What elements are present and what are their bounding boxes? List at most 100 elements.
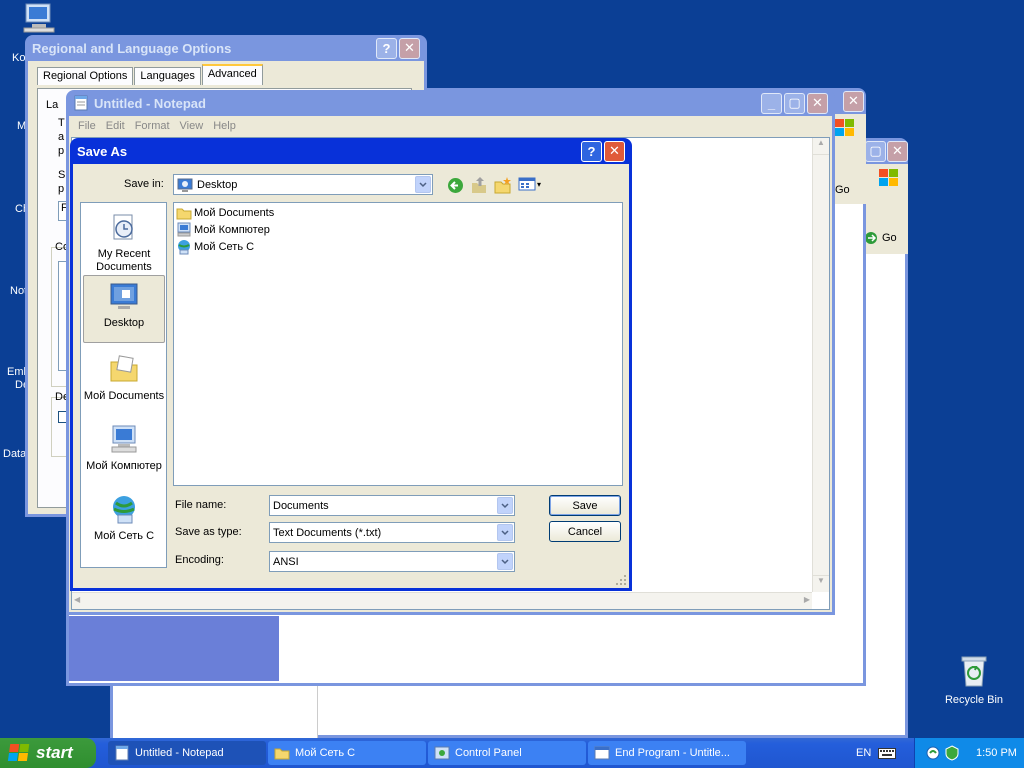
help-button[interactable]: ? xyxy=(376,37,397,59)
place-my-network[interactable]: Мой Сеть С xyxy=(83,489,165,553)
chevron-down-icon[interactable] xyxy=(497,497,513,514)
place-my-documents[interactable]: Мой Documents xyxy=(83,349,165,413)
chevron-down-icon[interactable] xyxy=(497,553,513,570)
menu-view[interactable]: View xyxy=(175,120,209,132)
place-my-recent-documents[interactable]: My Recent Documents xyxy=(83,207,165,273)
go-button-1[interactable]: Go xyxy=(835,184,850,196)
file-name-label: File name: xyxy=(175,499,227,511)
menu-file[interactable]: File xyxy=(73,120,101,132)
window-icon xyxy=(594,746,610,760)
clock[interactable]: 1:50 PM xyxy=(976,747,1017,759)
computer-icon xyxy=(177,222,191,237)
save-as-type-select[interactable]: Text Documents (*.txt) xyxy=(269,522,515,543)
up-folder-icon[interactable] xyxy=(471,176,487,194)
desktop-icon-label: Ko xyxy=(12,52,26,64)
menu-format[interactable]: Format xyxy=(130,120,175,132)
chevron-down-icon[interactable] xyxy=(415,176,431,193)
close-button[interactable]: ✕ xyxy=(807,92,828,114)
taskbar-item-control-panel[interactable]: Control Panel xyxy=(428,741,586,765)
windows-logo-icon xyxy=(7,744,30,761)
new-folder-icon[interactable] xyxy=(494,176,512,194)
network-icon xyxy=(178,240,190,255)
system-tray: 1:50 PM xyxy=(914,738,1024,768)
file-name-field[interactable]: Documents xyxy=(269,495,515,516)
folder-icon xyxy=(110,355,138,382)
windows-logo-icon xyxy=(834,118,856,141)
list-item[interactable]: Мой Компютер xyxy=(176,222,270,238)
encoding-label: Encoding: xyxy=(175,554,224,566)
save-button[interactable]: Save xyxy=(549,495,621,516)
language-indicator[interactable]: EN xyxy=(856,747,871,759)
tab-advanced[interactable]: Advanced xyxy=(201,64,263,85)
windows-logo-icon xyxy=(878,168,902,188)
list-item[interactable]: Мой Documents xyxy=(176,205,274,221)
save-as-titlebar[interactable]: Save As ? ✕ xyxy=(73,138,629,164)
computer-icon xyxy=(23,3,55,33)
save-as-type-label: Save as type: xyxy=(175,526,242,538)
tray-network-icon[interactable] xyxy=(925,745,941,761)
recycle-bin-label: Recycle Bin xyxy=(944,694,1004,706)
go-arrow-icon xyxy=(865,232,877,244)
minimize-button[interactable]: _ xyxy=(761,92,782,114)
folder-icon xyxy=(274,748,290,760)
recent-documents-icon xyxy=(113,214,133,240)
notepad-titlebar[interactable]: Untitled - Notepad _ ▢ ✕ xyxy=(69,90,832,116)
views-icon xyxy=(518,177,536,191)
taskbar: start Untitled - Notepad Мой Сеть С Cont… xyxy=(0,738,1024,768)
place-desktop[interactable]: Desktop xyxy=(83,275,165,343)
menu-edit[interactable]: Edit xyxy=(101,120,130,132)
dialog-title: Save As xyxy=(77,143,128,159)
go-button-2[interactable]: Go xyxy=(864,231,897,245)
tab-languages[interactable]: Languages xyxy=(134,67,201,85)
taskbar-item-end-program[interactable]: End Program - Untitle... xyxy=(588,741,746,765)
desktop-icon-label: Data xyxy=(3,448,27,460)
close-button[interactable]: ✕ xyxy=(604,140,625,162)
start-button[interactable]: start xyxy=(0,738,96,768)
chevron-down-icon[interactable] xyxy=(497,524,513,541)
network-icon xyxy=(113,496,135,524)
place-my-computer[interactable]: Мой Компютер xyxy=(83,419,165,483)
tab-regional-options[interactable]: Regional Options xyxy=(37,67,134,85)
desktop-icon xyxy=(177,178,193,192)
vertical-scrollbar[interactable]: ▲ ▼ xyxy=(812,138,829,592)
regional-titlebar[interactable]: Regional and Language Options ? ✕ xyxy=(28,35,424,61)
list-item[interactable]: Мой Сеть С xyxy=(176,239,254,255)
desktop-icon xyxy=(110,283,138,309)
taskbar-item-network[interactable]: Мой Сеть С xyxy=(268,741,426,765)
chevron-down-icon: ▾ xyxy=(537,179,542,189)
keyboard-icon[interactable] xyxy=(878,748,896,759)
maximize-button[interactable]: ▢ xyxy=(784,92,805,114)
places-bar: My Recent Documents Desktop Мой Document… xyxy=(80,202,167,568)
save-in-label: Save in: xyxy=(124,178,164,190)
back-arrow-icon[interactable] xyxy=(447,177,464,194)
resize-grip-icon[interactable] xyxy=(615,574,627,586)
my-computer-desktop-icon[interactable] xyxy=(22,2,56,37)
desktop: Ko M Ch Not Emb De Data Recycle Bin ▢ ✕ … xyxy=(0,0,1024,759)
tray-security-icon[interactable] xyxy=(944,745,960,761)
encoding-select[interactable]: ANSI xyxy=(269,551,515,572)
horizontal-scrollbar[interactable]: ◀ ▶ xyxy=(72,592,812,609)
menu-help[interactable]: Help xyxy=(208,120,241,132)
save-in-value: Desktop xyxy=(197,178,238,191)
window-title: Untitled - Notepad xyxy=(94,95,206,111)
notepad-menubar: File Edit Format View Help xyxy=(69,116,832,136)
computer-icon xyxy=(111,425,137,453)
recycle-bin-icon xyxy=(961,656,987,687)
recycle-bin-desktop-icon[interactable]: Recycle Bin xyxy=(944,654,1004,706)
save-as-dialog[interactable]: Save As ? ✕ Save in: Desktop ▾ My Recent… xyxy=(70,138,632,591)
control-panel-icon xyxy=(434,746,450,760)
cancel-button[interactable]: Cancel xyxy=(549,521,621,542)
window-title: Regional and Language Options xyxy=(32,40,232,56)
help-button[interactable]: ? xyxy=(581,140,602,162)
file-list[interactable]: Мой Documents Мой Компютер Мой Сеть С xyxy=(173,202,623,486)
close-button[interactable]: ✕ xyxy=(887,140,908,162)
maximize-button[interactable]: ▢ xyxy=(865,140,886,162)
view-menu-button[interactable]: ▾ xyxy=(518,176,541,192)
taskbar-item-notepad[interactable]: Untitled - Notepad xyxy=(108,741,266,765)
close-button[interactable]: ✕ xyxy=(399,37,420,59)
save-in-dropdown[interactable]: Desktop xyxy=(173,174,433,195)
notepad-icon xyxy=(74,95,88,111)
close-button[interactable]: ✕ xyxy=(843,90,864,112)
notepad-icon xyxy=(115,745,129,761)
folder-icon xyxy=(176,208,192,220)
